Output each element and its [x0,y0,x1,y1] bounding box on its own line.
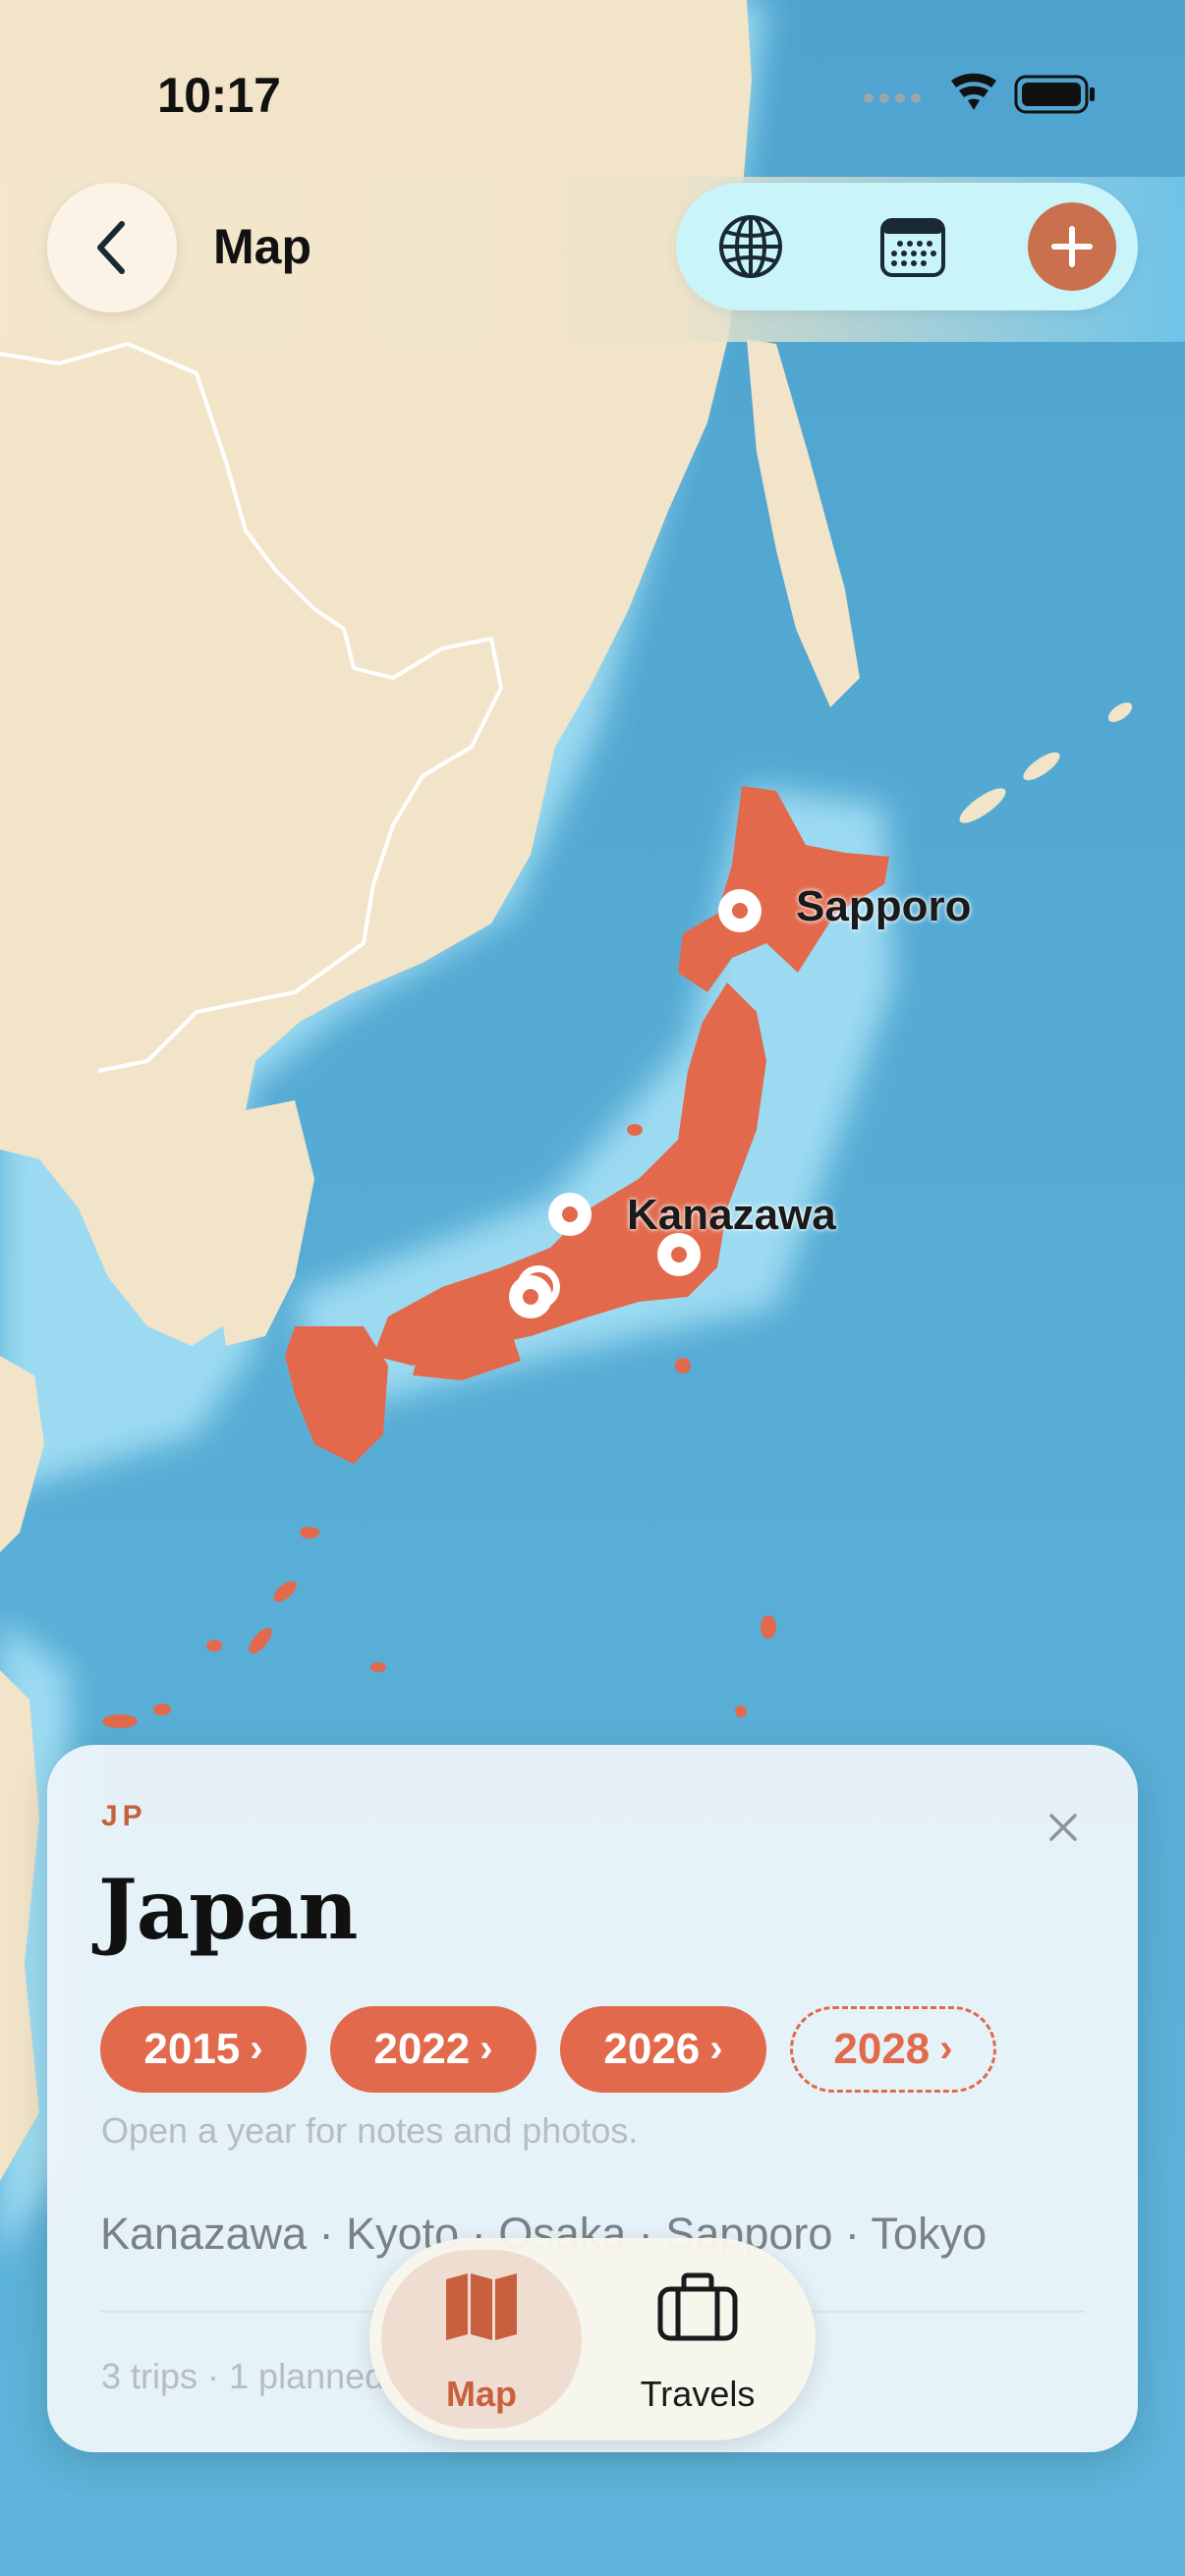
year-chip-label: 2028 [833,2025,931,2073]
map-screen: 10:17 Map Sapporo Kanazawa JP Japan 2015… [0,0,1185,2576]
year-chip-2028-planned[interactable]: 2028 › [790,2006,996,2093]
cellular-signal-icon [864,93,921,103]
battery-icon [1014,75,1095,114]
page-title: Map [213,219,311,274]
plus-icon [1051,226,1093,267]
chevron-right-icon: › [480,2027,493,2070]
map-icon [446,2273,517,2340]
tab-bar: Map Travels [369,2238,816,2440]
back-button[interactable] [47,183,177,312]
marker-sapporo[interactable] [718,889,762,932]
city-label-sapporo: Sapporo [796,882,972,930]
marker-kanazawa[interactable] [548,1193,592,1236]
tab-travels[interactable]: Travels [597,2250,798,2429]
year-chip-label: 2022 [373,2025,471,2073]
chevron-right-icon: › [939,2027,953,2070]
tab-map-label: Map [446,2374,517,2414]
year-chip-2022[interactable]: 2022 › [330,2006,536,2093]
close-button[interactable] [1045,1810,1081,1845]
tab-travels-label: Travels [640,2374,756,2414]
globe-icon [719,215,782,278]
chevron-left-icon [97,221,125,274]
calendar-button[interactable] [871,204,955,289]
close-icon [1049,1814,1077,1841]
year-chip-2015[interactable]: 2015 › [100,2006,307,2093]
country-name: Japan [98,1861,358,1958]
suitcase-icon [657,2272,738,2341]
year-chip-label: 2015 [143,2025,241,2073]
trip-stats: 3 trips · 1 planned [101,2356,385,2396]
add-button[interactable] [1028,202,1116,291]
header-actions [676,183,1138,310]
wifi-icon [951,73,996,110]
chevron-right-icon: › [709,2027,723,2070]
city-label-kanazawa: Kanazawa [627,1191,836,1239]
globe-button[interactable] [708,204,793,289]
year-chip-2026[interactable]: 2026 › [560,2006,766,2093]
calendar-icon [880,218,945,277]
year-hint: Open a year for notes and photos. [101,2110,639,2151]
country-code: JP [101,1800,147,1832]
year-chip-label: 2026 [603,2025,701,2073]
tab-map[interactable]: Map [381,2250,582,2429]
status-time: 10:17 [157,68,281,123]
chevron-right-icon: › [250,2027,263,2070]
status-icons [864,73,1095,114]
